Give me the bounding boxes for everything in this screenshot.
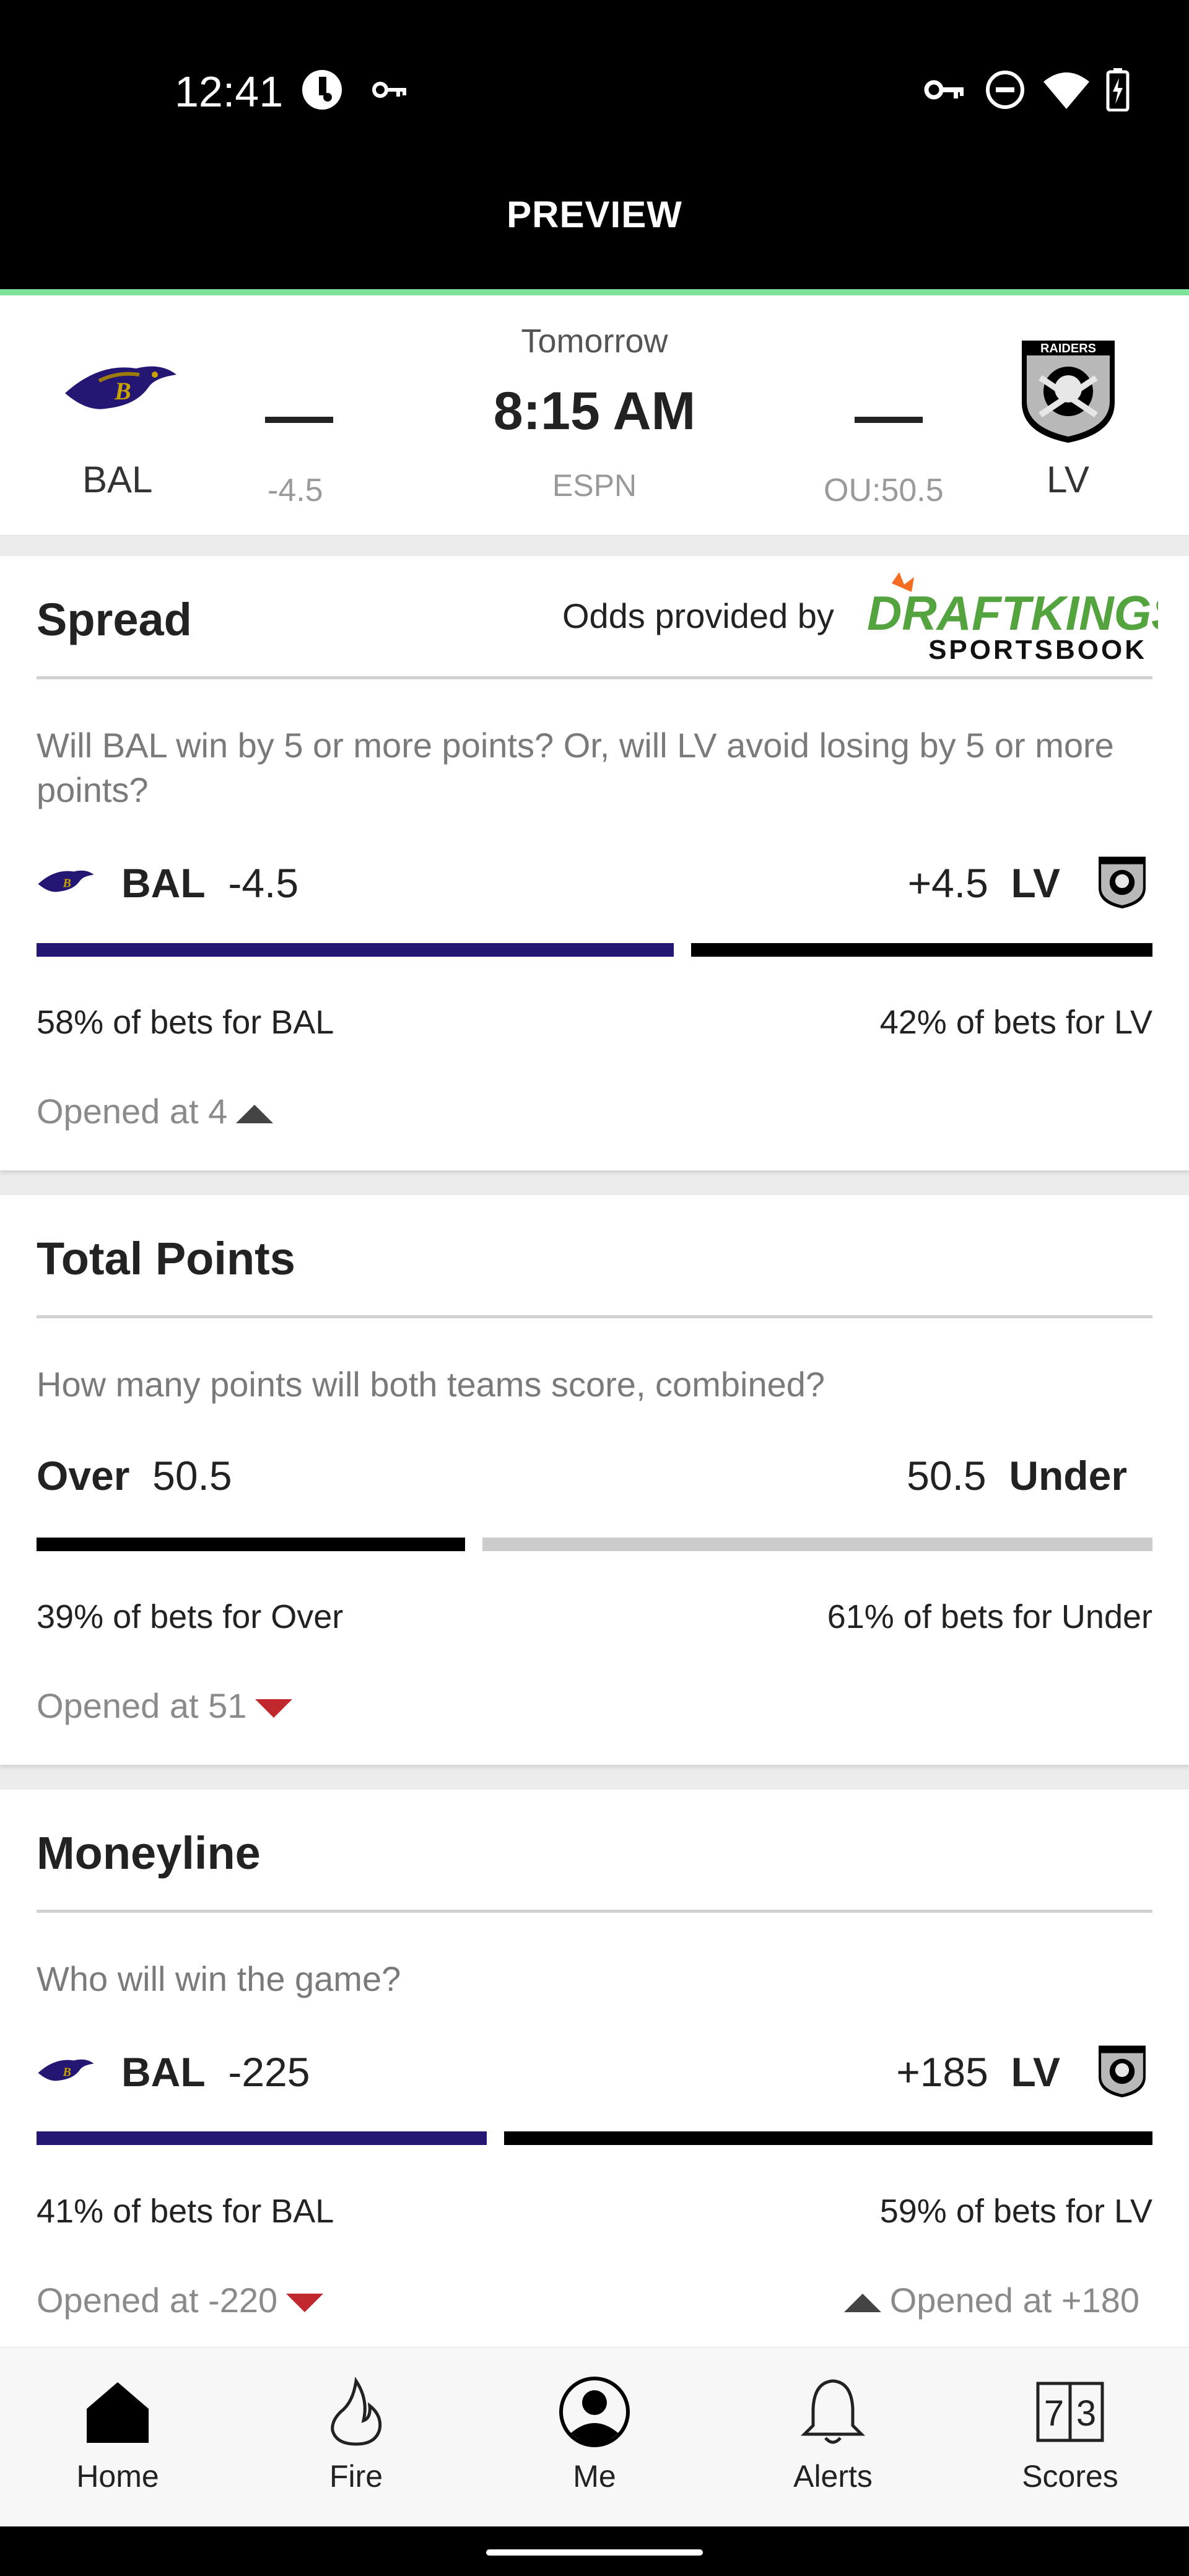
over-under: OU:50.5 [824, 472, 944, 508]
moneyline-raiders-logo [1099, 2045, 1146, 2097]
spread-right-bar [691, 943, 1152, 957]
raiders-logo[interactable]: RAIDERS [1016, 334, 1121, 446]
spread-divider [37, 676, 1152, 679]
total-question: How many points will both teams score, c… [37, 1365, 825, 1404]
status-time: 12:41 [175, 67, 284, 116]
total-under-label: Under [1009, 1453, 1127, 1499]
away-score-dash [855, 417, 923, 423]
total-opened: Opened at 51 [37, 1686, 293, 1726]
game-network: ESPN [552, 468, 637, 503]
top-bar: 12:41 PREVIEW [0, 0, 1189, 289]
header-accent-line [0, 289, 1189, 295]
moneyline-left-line: -225 [228, 2049, 310, 2095]
spread-title: Spread [37, 594, 192, 645]
nav-alerts-label: Alerts [793, 2459, 873, 2494]
nav-scores[interactable]: 7 3 Scores [977, 2375, 1163, 2494]
moneyline-right-bar [504, 2131, 1152, 2145]
moneyline-opened-right: Opened at +180 [843, 2280, 1139, 2320]
moneyline-right-line: +185 [896, 2049, 988, 2095]
do-not-disturb-icon [986, 71, 1024, 109]
moneyline-right-option[interactable]: +185 LV [896, 2048, 1060, 2095]
app-status-icon [302, 70, 342, 110]
moneyline-ravens-logo: B [38, 2059, 94, 2081]
spread-right-pct: 42% of bets for LV [879, 1004, 1152, 1041]
fire-icon [331, 2377, 382, 2446]
spread-left-line: -4.5 [228, 860, 299, 906]
total-over-label: Over [37, 1453, 130, 1499]
total-under-option[interactable]: 50.5 Under [907, 1452, 1127, 1499]
spread-right-team: LV [1011, 860, 1060, 906]
nav-home-label: Home [76, 2459, 159, 2494]
moneyline-title: Moneyline [37, 1827, 261, 1879]
spread-right-line: +4.5 [907, 860, 988, 906]
moneyline-opened-right-text: Opened at +180 [889, 2281, 1139, 2320]
draftkings-logo[interactable]: DRAFTKINGS SPORTSBOOK [867, 571, 1158, 664]
vpn-key-icon [372, 82, 406, 98]
moneyline-opened-left: Opened at -220 [37, 2280, 324, 2320]
scores-icon: 7 3 [1036, 2382, 1104, 2442]
svg-text:7: 7 [1044, 2393, 1064, 2434]
total-over-option[interactable]: Over 50.5 [37, 1452, 232, 1499]
moneyline-question: Who will win the game? [37, 1959, 401, 1998]
moneyline-left-bar [37, 2131, 487, 2145]
moneyline-left-team: BAL [121, 2049, 206, 2095]
moneyline-divider [37, 1910, 1152, 1913]
arrow-up-icon [843, 2294, 881, 2313]
total-under-pct: 61% of bets for Under [827, 1598, 1152, 1635]
arrow-up-icon [236, 1105, 274, 1124]
total-divider [37, 1315, 1152, 1318]
arrow-down-icon [255, 1699, 293, 1718]
battery-icon [1106, 68, 1130, 111]
svg-text:B: B [63, 877, 71, 890]
spread-left-pct: 58% of bets for BAL [37, 1004, 334, 1041]
total-over-pct: 39% of bets for Over [37, 1598, 344, 1635]
odds-provider-label: Odds provided by [562, 596, 834, 635]
arrow-down-icon [286, 2294, 324, 2313]
nav-home[interactable]: Home [25, 2375, 211, 2494]
nav-me[interactable]: Me [502, 2375, 687, 2494]
bell-icon [800, 2379, 866, 2444]
spread-left-bar [37, 943, 674, 957]
nav-alerts[interactable]: Alerts [740, 2375, 926, 2494]
total-over-line: 50.5 [152, 1453, 232, 1499]
page-title: PREVIEW [507, 194, 682, 235]
spread-left-team: BAL [121, 860, 206, 906]
spread-left-option[interactable]: BAL -4.5 [121, 859, 298, 907]
gesture-home-pill[interactable] [486, 2549, 703, 2556]
total-under-line: 50.5 [907, 1453, 986, 1499]
raiders-logo-text: RAIDERS [1040, 342, 1096, 355]
total-under-bar [482, 1538, 1152, 1551]
spread-opened: Opened at 4 [37, 1091, 274, 1131]
moneyline-right-pct: 59% of bets for LV [879, 2193, 1152, 2230]
wifi-icon [1043, 72, 1089, 109]
home-icon [87, 2382, 149, 2443]
moneyline-opened-left-text: Opened at -220 [37, 2281, 278, 2320]
total-opened-text: Opened at 51 [37, 1686, 247, 1725]
game-date: Tomorrow [521, 323, 668, 360]
draftkings-logo-text: DRAFTKINGS [867, 586, 1158, 640]
spread-right-option[interactable]: +4.5 LV [908, 859, 1060, 907]
game-time: 8:15 AM [493, 381, 696, 441]
spread-question: Will BAL win by 5 or more points? Or, wi… [37, 726, 1114, 809]
vpn-key-icon-right [924, 80, 964, 100]
draftkings-logo-subtext: SPORTSBOOK [928, 635, 1147, 664]
total-over-bar [37, 1538, 465, 1551]
nav-fire-label: Fire [329, 2459, 383, 2494]
nav-fire[interactable]: Fire [263, 2375, 449, 2494]
spread-opened-text: Opened at 4 [37, 1092, 228, 1131]
spread-raiders-logo [1099, 856, 1146, 908]
profile-icon [559, 2377, 630, 2447]
nav-me-label: Me [573, 2459, 616, 2494]
moneyline-right-team: LV [1011, 2049, 1060, 2095]
spread-ravens-logo: B [38, 870, 94, 892]
svg-text:3: 3 [1076, 2393, 1096, 2434]
svg-text:B: B [63, 2066, 71, 2079]
moneyline-left-pct: 41% of bets for BAL [37, 2193, 334, 2230]
moneyline-left-option[interactable]: BAL -225 [121, 2048, 310, 2095]
nav-scores-label: Scores [1022, 2459, 1118, 2494]
total-title: Total Points [37, 1233, 295, 1284]
away-team-abbr: LV [1047, 459, 1089, 500]
